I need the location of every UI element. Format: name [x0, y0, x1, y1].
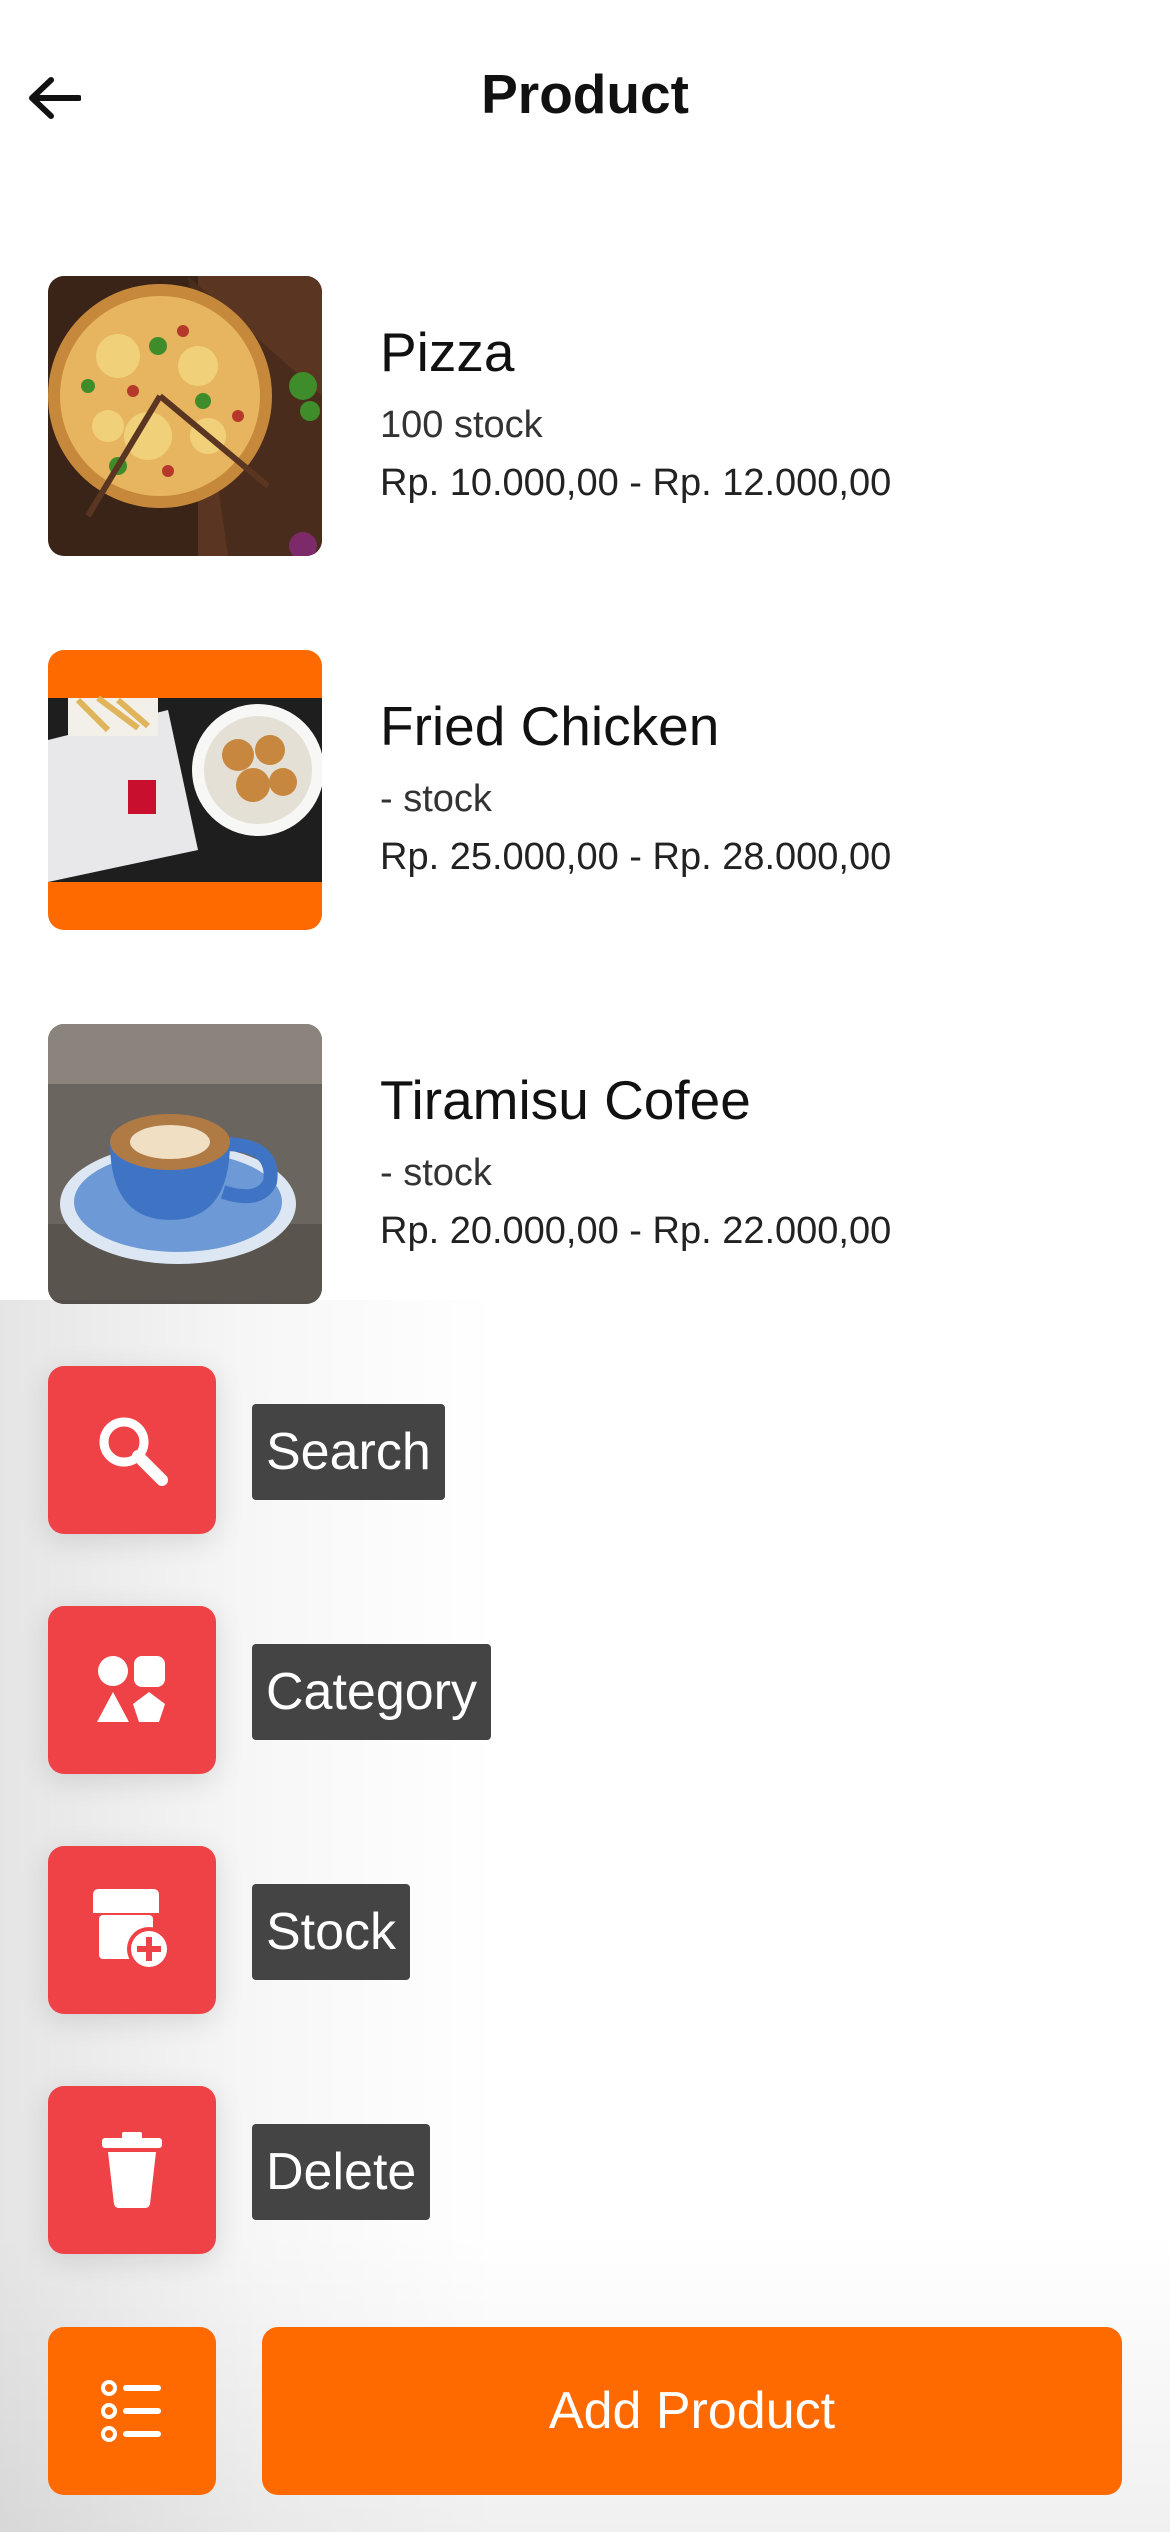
delete-label: Delete	[252, 2124, 431, 2220]
fried-chicken-photo	[48, 650, 322, 930]
speed-dial-toggle-button[interactable]	[48, 2327, 216, 2495]
stock-button[interactable]	[48, 1846, 216, 2014]
stock-add-icon	[93, 1889, 171, 1971]
search-button[interactable]	[48, 1366, 216, 1534]
search-icon	[99, 1417, 168, 1486]
delete-button[interactable]	[48, 2086, 216, 2254]
product-price: Rp. 10.000,00 - Rp. 12.000,00	[380, 462, 892, 504]
bottom-bar: Add Product	[0, 2327, 1170, 2495]
add-product-button[interactable]: Add Product	[262, 2327, 1122, 2495]
product-stock: - stock	[380, 1152, 492, 1194]
coffee-photo	[48, 1024, 322, 1304]
product-item[interactable]: Tiramisu Cofee - stock Rp. 20.000,00 - R…	[48, 1024, 1128, 1304]
trash-icon	[102, 2132, 162, 2208]
app-header: Product	[0, 0, 1170, 190]
category-label: Category	[252, 1644, 491, 1740]
product-name: Pizza	[380, 321, 515, 383]
stock-label: Stock	[252, 1884, 411, 1980]
product-name: Tiramisu Cofee	[380, 1069, 751, 1131]
category-button[interactable]	[48, 1606, 216, 1774]
product-price: Rp. 25.000,00 - Rp. 28.000,00	[380, 836, 892, 878]
category-icon	[97, 1656, 165, 1722]
pizza-photo	[48, 276, 322, 556]
page-title: Product	[481, 63, 689, 125]
product-stock: 100 stock	[380, 404, 543, 446]
search-label: Search	[252, 1404, 445, 1500]
product-price: Rp. 20.000,00 - Rp. 22.000,00	[380, 1210, 892, 1252]
product-name: Fried Chicken	[380, 695, 720, 757]
product-item[interactable]: Fried Chicken - stock Rp. 25.000,00 - Rp…	[48, 650, 1128, 930]
list-icon	[101, 2380, 161, 2442]
product-item[interactable]: Pizza 100 stock Rp. 10.000,00 - Rp. 12.0…	[48, 276, 1128, 556]
product-stock: - stock	[380, 778, 492, 820]
